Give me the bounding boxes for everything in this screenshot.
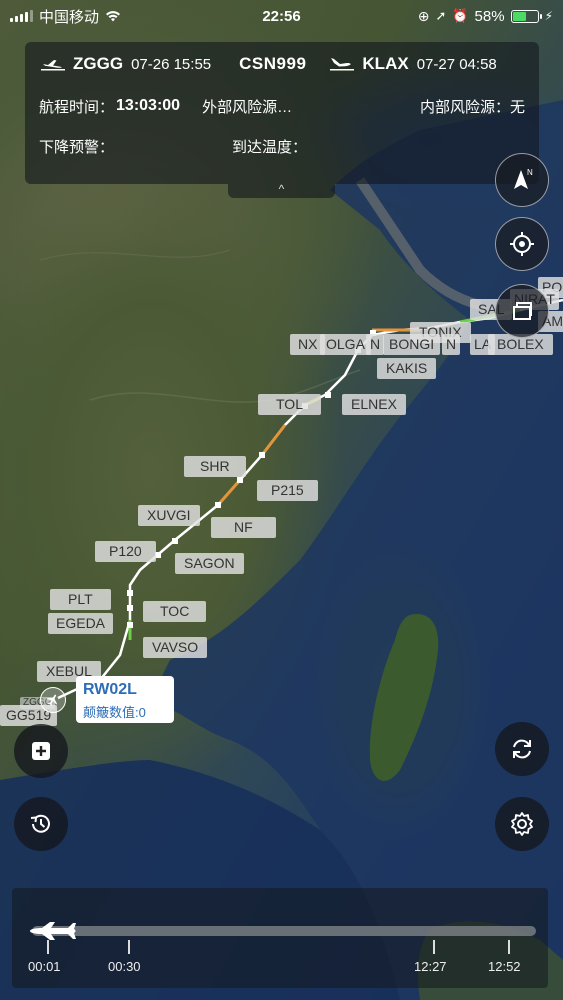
waypoint-label[interactable]: OLGA	[320, 334, 371, 355]
origin-airport-code: ZGGG	[73, 54, 124, 73]
waypoint-label[interactable]: BONGI	[383, 334, 441, 355]
settings-button[interactable]	[495, 797, 549, 851]
clock: 22:56	[262, 7, 301, 25]
carrier-name: 中国移动	[39, 8, 100, 26]
playback-timeline: 00:01 00:30 12:27 12:52	[12, 888, 548, 988]
timeline-label: 12:27	[414, 959, 447, 974]
compass-button[interactable]: N	[495, 153, 549, 207]
external-risk-link[interactable]: 外部风险源…	[202, 96, 292, 117]
waypoint-label[interactable]: SHR	[184, 456, 246, 477]
history-button[interactable]	[14, 797, 68, 851]
waypoint-label[interactable]: TOC	[143, 601, 207, 622]
waypoint-label[interactable]: NF	[211, 517, 276, 538]
charging-icon: ⚡	[544, 9, 553, 23]
waypoint-label[interactable]: KAKIS	[377, 358, 437, 379]
runway-name: RW02L	[83, 681, 137, 698]
waypoint-label[interactable]: P120	[95, 541, 156, 562]
waypoint-label[interactable]: P215	[257, 480, 318, 501]
waypoint-label[interactable]: PLT	[50, 589, 111, 610]
lock-rotation-icon: ⊕	[417, 7, 430, 24]
battery-icon	[510, 9, 542, 23]
layers-icon	[513, 302, 532, 320]
svg-text:N: N	[527, 168, 533, 177]
runway-tooltip: RW02L 颠簸数值:0	[76, 676, 174, 723]
departure-plane-icon	[41, 60, 65, 71]
plus-square-icon	[32, 742, 50, 760]
duration-value: 13:03:00	[116, 97, 181, 114]
timeline-tick	[508, 940, 510, 954]
timeline-plane-icon[interactable]	[28, 920, 78, 942]
waypoint-label[interactable]: TOL	[258, 394, 321, 415]
duration-label: 航程时间：	[39, 98, 115, 116]
chevron-up-icon: ^	[278, 182, 285, 196]
refresh-icon	[513, 739, 531, 759]
timeline-slider[interactable]	[32, 926, 536, 936]
wifi-icon	[106, 11, 121, 22]
history-clock-icon	[30, 814, 50, 833]
waypoint-label[interactable]: N	[442, 334, 461, 355]
flight-info-panel: ZGGG 07-26 15:55 CSN999 KLAX 07-27 04:58…	[25, 42, 539, 184]
add-button[interactable]	[14, 724, 68, 778]
aircraft-marker-icon[interactable]	[40, 687, 66, 713]
timeline-tick	[433, 940, 435, 954]
waypoint-label[interactable]: ELNEX	[342, 394, 406, 415]
locate-button[interactable]	[495, 217, 549, 271]
alarm-icon: ⏰	[452, 8, 469, 23]
refresh-button[interactable]	[495, 722, 549, 776]
internal-risk-value: 无	[509, 98, 525, 116]
expand-panel-button[interactable]: ^	[228, 182, 335, 198]
waypoint-label[interactable]: N	[366, 334, 385, 355]
origin-time: 07-26 15:55	[131, 55, 212, 73]
arrival-plane-icon	[330, 58, 355, 71]
timeline-tick	[47, 940, 49, 954]
flight-number: CSN999	[239, 54, 307, 73]
waypoint-label[interactable]: XUVGI	[138, 505, 200, 526]
arrival-temp-label: 到达温度：	[232, 138, 308, 156]
location-arrow-icon: ➚	[435, 8, 447, 23]
waypoint-label[interactable]: SAGON	[175, 553, 244, 574]
dest-airport-code: KLAX	[362, 54, 409, 73]
dest-time: 07-27 04:58	[416, 55, 497, 73]
timeline-label: 12:52	[488, 959, 521, 974]
layers-button[interactable]	[495, 284, 549, 338]
timeline-tick	[128, 940, 130, 954]
gear-icon	[511, 812, 533, 836]
status-bar: 中国移动 22:56 ⊕ ➚ ⏰ 58% ⚡	[0, 0, 563, 32]
bump-value-label: 颠簸数值:0	[83, 705, 146, 720]
crosshair-icon	[510, 232, 534, 256]
timeline-label: 00:30	[108, 959, 141, 974]
timeline-label: 00:01	[28, 959, 61, 974]
battery-percent: 58%	[474, 7, 505, 25]
signal-icon	[10, 10, 33, 22]
compass-north-icon: N	[514, 168, 533, 189]
waypoint-label[interactable]: EGEDA	[48, 613, 114, 634]
waypoint-label[interactable]: VAVSO	[143, 637, 208, 658]
descent-warning-label: 下降预警：	[39, 138, 115, 156]
internal-risk-label: 内部风险源：	[419, 98, 510, 116]
